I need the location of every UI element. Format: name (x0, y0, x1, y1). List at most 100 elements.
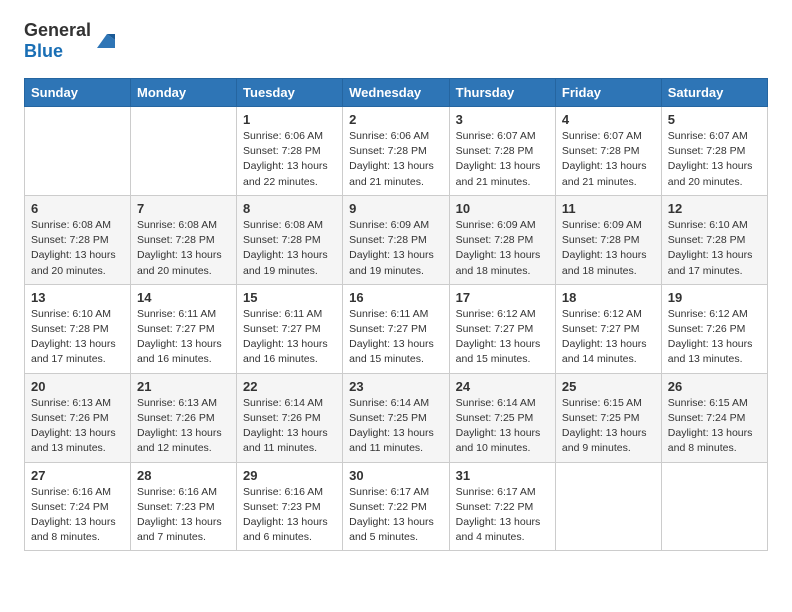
day-info: Sunrise: 6:13 AM Sunset: 7:26 PM Dayligh… (31, 396, 124, 457)
day-number: 19 (668, 290, 761, 305)
col-header-sunday: Sunday (25, 79, 131, 107)
day-info: Sunrise: 6:16 AM Sunset: 7:23 PM Dayligh… (243, 485, 336, 546)
day-info: Sunrise: 6:06 AM Sunset: 7:28 PM Dayligh… (349, 129, 443, 190)
day-number: 11 (562, 201, 655, 216)
calendar-header-row: SundayMondayTuesdayWednesdayThursdayFrid… (25, 79, 768, 107)
day-info: Sunrise: 6:11 AM Sunset: 7:27 PM Dayligh… (137, 307, 230, 368)
day-info: Sunrise: 6:15 AM Sunset: 7:25 PM Dayligh… (562, 396, 655, 457)
calendar-cell: 23 Sunrise: 6:14 AM Sunset: 7:25 PM Dayli… (343, 373, 450, 462)
day-number: 24 (456, 379, 549, 394)
day-info: Sunrise: 6:14 AM Sunset: 7:25 PM Dayligh… (349, 396, 443, 457)
day-number: 15 (243, 290, 336, 305)
day-number: 17 (456, 290, 549, 305)
calendar-cell: 30 Sunrise: 6:17 AM Sunset: 7:22 PM Dayli… (343, 462, 450, 551)
day-number: 13 (31, 290, 124, 305)
day-info: Sunrise: 6:07 AM Sunset: 7:28 PM Dayligh… (668, 129, 761, 190)
day-number: 5 (668, 112, 761, 127)
day-info: Sunrise: 6:15 AM Sunset: 7:24 PM Dayligh… (668, 396, 761, 457)
col-header-wednesday: Wednesday (343, 79, 450, 107)
page-header: General Blue (24, 20, 768, 62)
calendar-cell: 21Sunrise: 6:13 AM Sunset: 7:26 PM Dayli… (131, 373, 237, 462)
logo-blue: Blue (24, 41, 63, 61)
day-info: Sunrise: 6:14 AM Sunset: 7:25 PM Dayligh… (456, 396, 549, 457)
day-number: 4 (562, 112, 655, 127)
day-number: 31 (456, 468, 549, 483)
calendar-table: SundayMondayTuesdayWednesdayThursdayFrid… (24, 78, 768, 551)
day-info: Sunrise: 6:07 AM Sunset: 7:28 PM Dayligh… (456, 129, 549, 190)
logo-wordmark: General Blue (24, 20, 91, 62)
day-number: 9 (349, 201, 443, 216)
col-header-monday: Monday (131, 79, 237, 107)
day-info: Sunrise: 6:09 AM Sunset: 7:28 PM Dayligh… (456, 218, 549, 279)
day-info: Sunrise: 6:08 AM Sunset: 7:28 PM Dayligh… (243, 218, 336, 279)
col-header-saturday: Saturday (661, 79, 767, 107)
calendar-cell: 3 Sunrise: 6:07 AM Sunset: 7:28 PM Daylig… (449, 107, 555, 196)
day-info: Sunrise: 6:17 AM Sunset: 7:22 PM Dayligh… (456, 485, 549, 546)
calendar-cell: 24 Sunrise: 6:14 AM Sunset: 7:25 PM Dayli… (449, 373, 555, 462)
calendar-cell (661, 462, 767, 551)
day-info: Sunrise: 6:16 AM Sunset: 7:24 PM Dayligh… (31, 485, 124, 546)
calendar-cell: 29 Sunrise: 6:16 AM Sunset: 7:23 PM Dayli… (237, 462, 343, 551)
col-header-thursday: Thursday (449, 79, 555, 107)
logo: General Blue (24, 20, 115, 62)
day-number: 22 (243, 379, 336, 394)
day-info: Sunrise: 6:12 AM Sunset: 7:27 PM Dayligh… (562, 307, 655, 368)
calendar-week-1: 1 Sunrise: 6:06 AM Sunset: 7:28 PM Daylig… (25, 107, 768, 196)
calendar-cell: 12Sunrise: 6:10 AM Sunset: 7:28 PM Dayli… (661, 195, 767, 284)
day-number: 20 (31, 379, 124, 394)
day-number: 6 (31, 201, 124, 216)
calendar-week-4: 20 Sunrise: 6:13 AM Sunset: 7:26 PM Dayli… (25, 373, 768, 462)
calendar-cell: 17Sunrise: 6:12 AM Sunset: 7:27 PM Dayli… (449, 284, 555, 373)
day-number: 25 (562, 379, 655, 394)
calendar-cell: 18 Sunrise: 6:12 AM Sunset: 7:27 PM Dayli… (555, 284, 661, 373)
day-number: 29 (243, 468, 336, 483)
day-number: 18 (562, 290, 655, 305)
col-header-friday: Friday (555, 79, 661, 107)
day-number: 16 (349, 290, 443, 305)
calendar-cell: 20 Sunrise: 6:13 AM Sunset: 7:26 PM Dayli… (25, 373, 131, 462)
day-number: 10 (456, 201, 549, 216)
calendar-cell: 6 Sunrise: 6:08 AM Sunset: 7:28 PM Daylig… (25, 195, 131, 284)
day-info: Sunrise: 6:12 AM Sunset: 7:26 PM Dayligh… (668, 307, 761, 368)
calendar-week-2: 6 Sunrise: 6:08 AM Sunset: 7:28 PM Daylig… (25, 195, 768, 284)
day-number: 28 (137, 468, 230, 483)
calendar-cell: 14 Sunrise: 6:11 AM Sunset: 7:27 PM Dayli… (131, 284, 237, 373)
calendar-cell: 13Sunrise: 6:10 AM Sunset: 7:28 PM Dayli… (25, 284, 131, 373)
day-number: 26 (668, 379, 761, 394)
calendar-cell: 25 Sunrise: 6:15 AM Sunset: 7:25 PM Dayli… (555, 373, 661, 462)
calendar-cell: 16 Sunrise: 6:11 AM Sunset: 7:27 PM Dayli… (343, 284, 450, 373)
day-info: Sunrise: 6:14 AM Sunset: 7:26 PM Dayligh… (243, 396, 336, 457)
calendar-week-3: 13Sunrise: 6:10 AM Sunset: 7:28 PM Dayli… (25, 284, 768, 373)
day-number: 7 (137, 201, 230, 216)
day-number: 30 (349, 468, 443, 483)
day-number: 23 (349, 379, 443, 394)
calendar-cell: 28 Sunrise: 6:16 AM Sunset: 7:23 PM Dayli… (131, 462, 237, 551)
day-number: 8 (243, 201, 336, 216)
calendar-cell: 10 Sunrise: 6:09 AM Sunset: 7:28 PM Dayli… (449, 195, 555, 284)
day-info: Sunrise: 6:11 AM Sunset: 7:27 PM Dayligh… (349, 307, 443, 368)
day-number: 14 (137, 290, 230, 305)
day-info: Sunrise: 6:09 AM Sunset: 7:28 PM Dayligh… (349, 218, 443, 279)
day-info: Sunrise: 6:16 AM Sunset: 7:23 PM Dayligh… (137, 485, 230, 546)
logo-icon (93, 30, 115, 52)
day-info: Sunrise: 6:08 AM Sunset: 7:28 PM Dayligh… (137, 218, 230, 279)
calendar-cell: 15 Sunrise: 6:11 AM Sunset: 7:27 PM Dayli… (237, 284, 343, 373)
calendar-week-5: 27 Sunrise: 6:16 AM Sunset: 7:24 PM Dayli… (25, 462, 768, 551)
calendar-cell: 8 Sunrise: 6:08 AM Sunset: 7:28 PM Daylig… (237, 195, 343, 284)
day-number: 3 (456, 112, 549, 127)
day-number: 27 (31, 468, 124, 483)
col-header-tuesday: Tuesday (237, 79, 343, 107)
day-info: Sunrise: 6:08 AM Sunset: 7:28 PM Dayligh… (31, 218, 124, 279)
calendar-cell: 9 Sunrise: 6:09 AM Sunset: 7:28 PM Daylig… (343, 195, 450, 284)
calendar-cell: 27 Sunrise: 6:16 AM Sunset: 7:24 PM Dayli… (25, 462, 131, 551)
calendar-cell: 7 Sunrise: 6:08 AM Sunset: 7:28 PM Daylig… (131, 195, 237, 284)
day-number: 1 (243, 112, 336, 127)
calendar-cell: 5 Sunrise: 6:07 AM Sunset: 7:28 PM Daylig… (661, 107, 767, 196)
day-info: Sunrise: 6:06 AM Sunset: 7:28 PM Dayligh… (243, 129, 336, 190)
day-info: Sunrise: 6:11 AM Sunset: 7:27 PM Dayligh… (243, 307, 336, 368)
day-number: 2 (349, 112, 443, 127)
logo-general: General (24, 20, 91, 40)
calendar-cell: 2 Sunrise: 6:06 AM Sunset: 7:28 PM Daylig… (343, 107, 450, 196)
day-info: Sunrise: 6:17 AM Sunset: 7:22 PM Dayligh… (349, 485, 443, 546)
calendar-cell: 26 Sunrise: 6:15 AM Sunset: 7:24 PM Dayli… (661, 373, 767, 462)
